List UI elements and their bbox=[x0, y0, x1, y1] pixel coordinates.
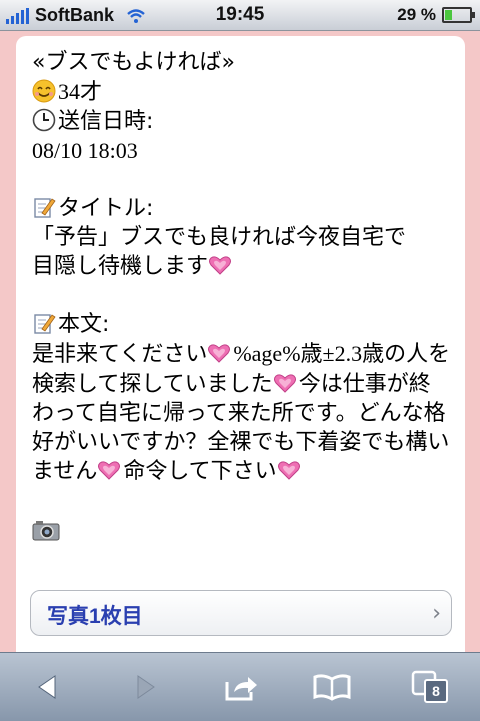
photo-1-label: 写真1枚目 bbox=[47, 605, 143, 628]
age-line: 34才 bbox=[32, 77, 452, 107]
tab-count: 8 bbox=[424, 679, 448, 703]
chevron-right-icon: › bbox=[432, 601, 441, 626]
back-button[interactable] bbox=[28, 669, 68, 705]
bookmarks-icon bbox=[313, 674, 351, 701]
back-icon bbox=[38, 675, 56, 699]
browser-toolbar: 8 bbox=[0, 652, 480, 721]
heart-icon bbox=[208, 344, 231, 363]
forward-icon bbox=[137, 675, 155, 699]
clock-icon bbox=[32, 108, 56, 132]
photo-1-button[interactable]: 写真1枚目 › bbox=[30, 590, 452, 636]
message-card: «ブスでもよければ» 34才 送信日時: 08/10 18:03 タイトル: 「… bbox=[16, 36, 465, 676]
status-right: 29 % bbox=[397, 5, 475, 25]
sent-label-line: 送信日時: bbox=[32, 107, 452, 136]
memo-icon bbox=[34, 314, 56, 334]
forward-button[interactable] bbox=[125, 669, 165, 705]
body-text-part1: 是非来てください bbox=[32, 342, 208, 367]
title-text-part2: 目隠し待機します bbox=[32, 254, 209, 279]
battery-icon bbox=[442, 7, 475, 23]
smiley-icon bbox=[32, 79, 56, 103]
body-label: 本文: bbox=[58, 312, 110, 337]
title-text: 「予告」ブスでも良ければ今夜自宅で 目隠し待機します bbox=[32, 223, 452, 281]
sent-label: 送信日時: bbox=[58, 109, 154, 134]
battery-percent: 29 % bbox=[397, 5, 436, 24]
status-bar: SoftBank 19:45 29 % bbox=[0, 0, 480, 31]
title-label: タイトル: bbox=[58, 196, 154, 221]
heart-icon bbox=[209, 256, 232, 275]
bookmarks-button[interactable] bbox=[312, 669, 352, 705]
sent-time: 08/10 18:03 bbox=[32, 138, 138, 163]
body-text: 是非来てください %age%歳±2.3歳の人を検索して探していました 今は仕事が終わ… bbox=[32, 339, 452, 486]
share-icon bbox=[225, 677, 257, 701]
title-text-part1: 「予告」ブスでも良ければ今夜自宅で bbox=[32, 225, 407, 250]
tabs-button[interactable]: 8 bbox=[410, 669, 450, 705]
body-text-part4: 命令して下さい bbox=[123, 459, 277, 484]
share-button[interactable] bbox=[222, 669, 262, 705]
heart-icon bbox=[277, 461, 300, 480]
sender-name: «ブスでもよければ» bbox=[32, 50, 235, 75]
memo-icon bbox=[34, 198, 56, 218]
heart-icon bbox=[98, 461, 121, 480]
camera-icon bbox=[32, 521, 60, 541]
message-content: «ブスでもよければ» 34才 送信日時: 08/10 18:03 タイトル: 「… bbox=[32, 48, 452, 541]
heart-icon bbox=[273, 374, 296, 393]
age-value: 34才 bbox=[58, 79, 103, 104]
body-label-line: 本文: bbox=[32, 310, 452, 339]
title-label-line: タイトル: bbox=[32, 194, 452, 223]
